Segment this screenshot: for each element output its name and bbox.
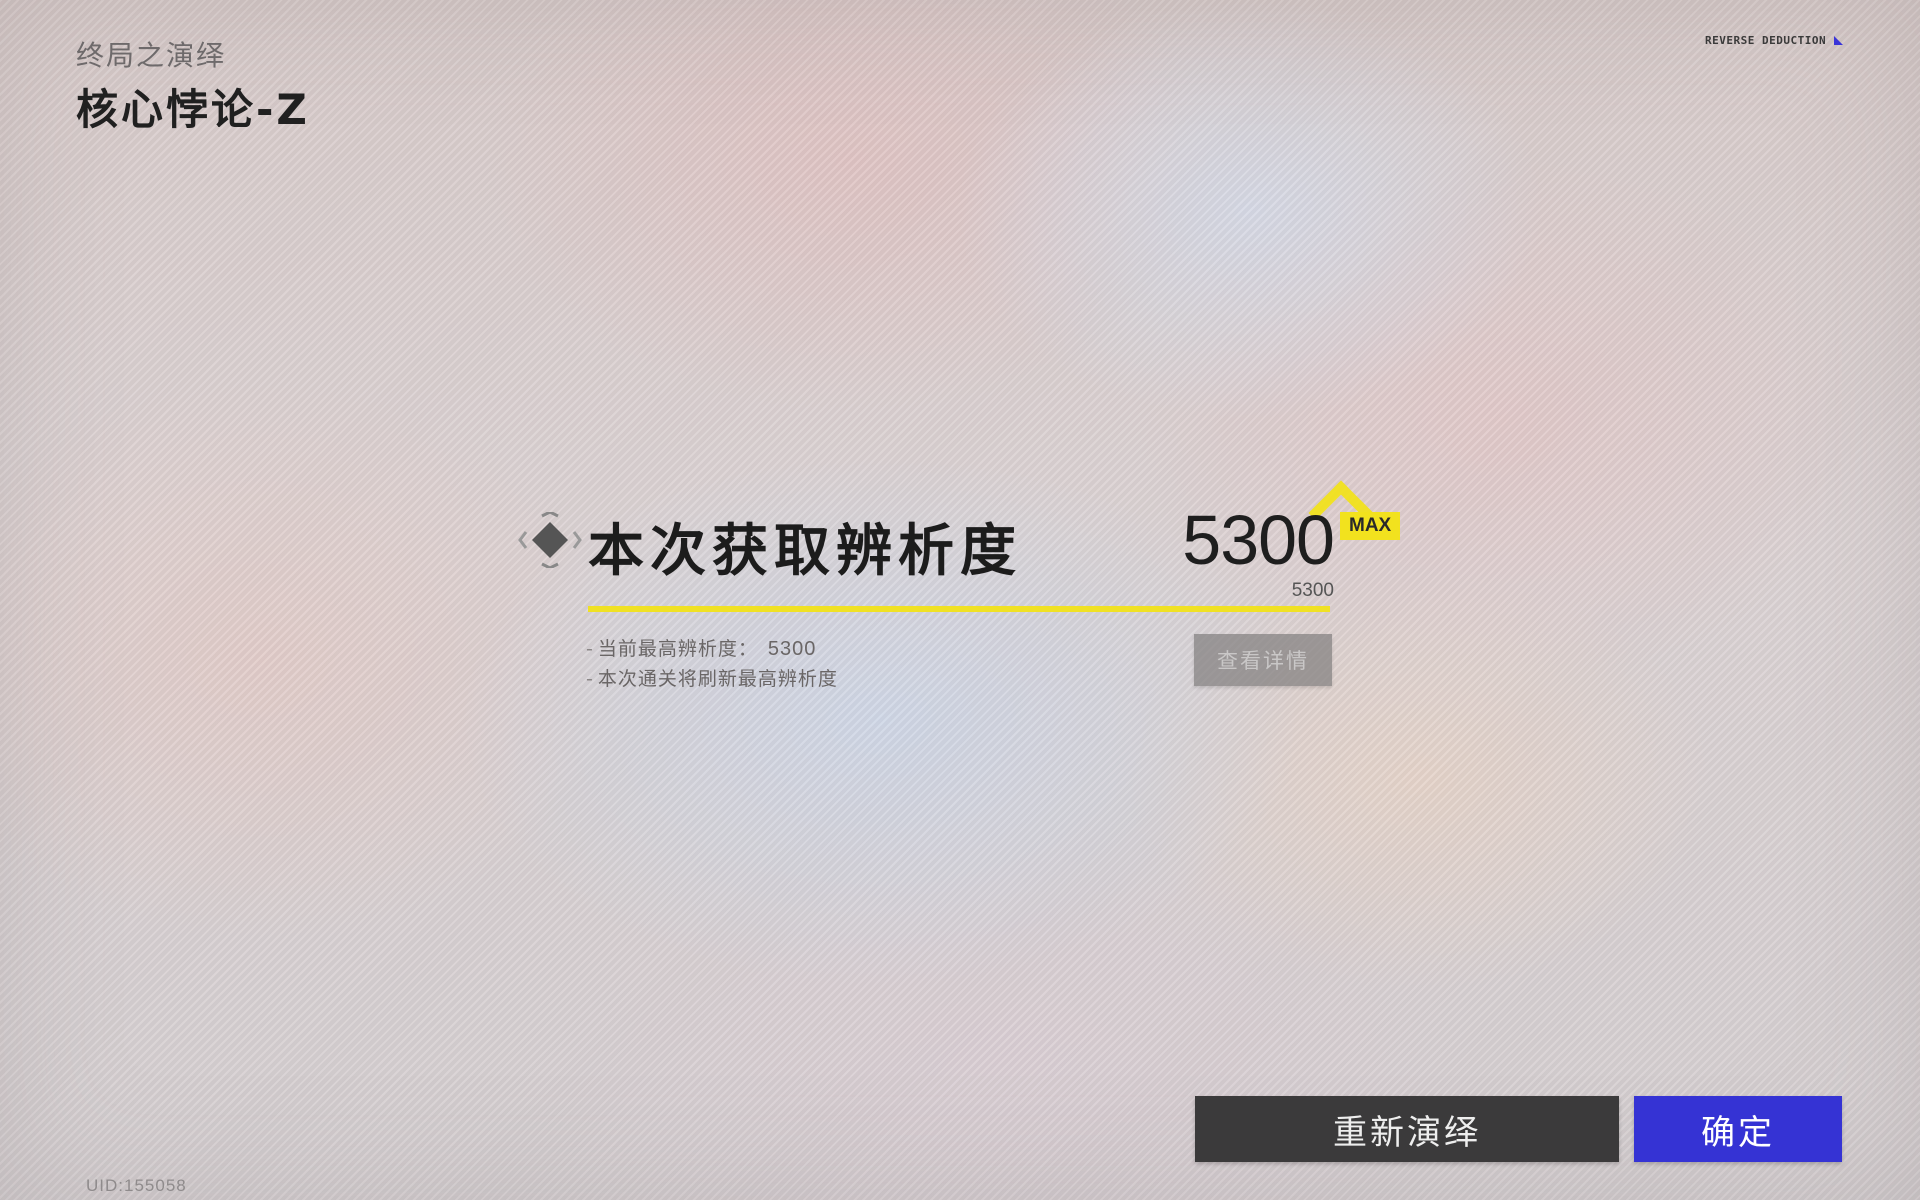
best-score-label: 当前最高辨析度：	[597, 638, 758, 660]
bullet-dash: -	[586, 668, 594, 690]
max-badge: MAX	[1340, 512, 1401, 540]
retry-button[interactable]: 重新演绎	[1195, 1096, 1619, 1162]
refresh-record-label: 本次通关将刷新最高辨析度	[597, 668, 838, 690]
user-uid: UID:155058	[86, 1176, 187, 1195]
best-score-value: 5300	[767, 638, 817, 660]
score-progress-bar	[588, 606, 1330, 612]
diamond-target-icon	[518, 512, 582, 568]
background-stripes	[0, 0, 1920, 1200]
best-score-note: - 当前最高辨析度： 5300	[586, 634, 816, 661]
background-vignette	[0, 0, 1920, 1200]
view-details-button[interactable]: 查看详情	[1194, 634, 1332, 686]
refresh-record-note: - 本次通关将刷新最高辨析度	[586, 664, 838, 691]
confirm-button[interactable]: 确定	[1634, 1096, 1842, 1162]
score-value: 5300	[1182, 501, 1335, 579]
mode-subtitle: 终局之演绎	[76, 39, 227, 72]
brand-text: REVERSE DEDUCTION	[1705, 34, 1827, 47]
brand-logo: REVERSE DEDUCTION	[1705, 34, 1844, 47]
stage-title: 核心悖论-Z	[76, 85, 310, 134]
bullet-dash: -	[586, 638, 594, 660]
corner-triangle-icon	[1834, 36, 1844, 45]
score-progress-fill	[588, 606, 1330, 612]
score-heading: 本次获取辨析度	[588, 518, 1022, 584]
score-max-value: 5300	[1291, 580, 1334, 601]
